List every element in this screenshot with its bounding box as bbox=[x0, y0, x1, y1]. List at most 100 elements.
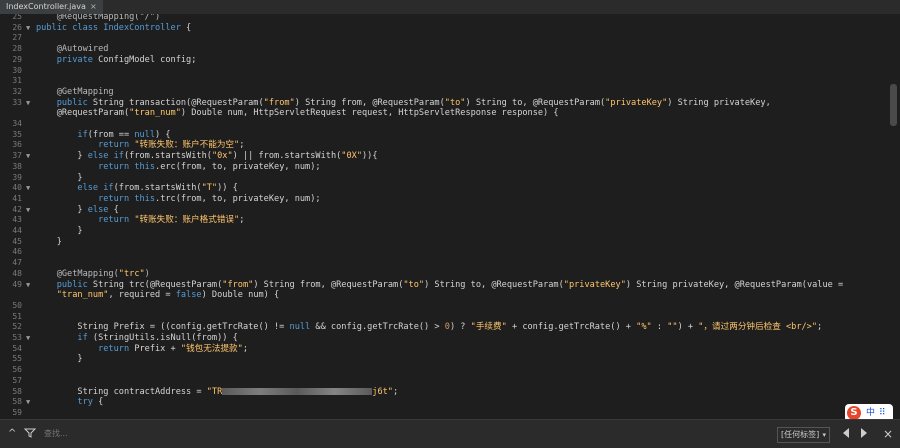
fold-toggle-icon[interactable]: ▼ bbox=[26, 333, 30, 344]
vertical-scrollbar[interactable] bbox=[890, 84, 897, 126]
code-token: ; bbox=[239, 215, 245, 226]
code-token: ) bbox=[144, 268, 150, 279]
code-line[interactable]: 29 private ConfigModel config; bbox=[0, 55, 900, 66]
code-line[interactable]: 58 String contractAddress = "TR j6t"; bbox=[0, 387, 900, 398]
code-token: ) String privateKey, bbox=[667, 97, 771, 108]
code-line[interactable]: 26 ▼ public class IndexController { bbox=[0, 23, 900, 34]
ime-grid-icon[interactable]: ⠿ bbox=[879, 404, 886, 419]
code-token: "trc" bbox=[118, 268, 145, 279]
code-line[interactable]: 52 String Prefix = ((config.getTrcRate()… bbox=[0, 322, 900, 333]
code-line[interactable]: @RequestParam("tran_num") Double num, Ht… bbox=[0, 108, 900, 119]
line-number: 50 bbox=[12, 300, 22, 310]
previous-icon[interactable] bbox=[842, 420, 850, 448]
code-line[interactable]: 25 @RequestMapping("/") bbox=[0, 14, 900, 23]
line-number: 36 bbox=[12, 140, 22, 150]
code-token: "tran_num" bbox=[129, 108, 181, 119]
code-line[interactable]: 59 bbox=[0, 408, 900, 419]
code-line[interactable]: 27 bbox=[0, 33, 900, 44]
filter-icon[interactable] bbox=[23, 420, 37, 448]
line-number: 26 bbox=[12, 22, 22, 32]
fold-toggle-icon[interactable]: ▼ bbox=[26, 23, 30, 34]
code-line[interactable]: 32 @GetMapping bbox=[0, 87, 900, 98]
code-token: ) String to, @RequestParam( bbox=[465, 97, 606, 108]
code-line[interactable]: 49 ▼ public String trc(@RequestParam("fro… bbox=[0, 280, 900, 291]
close-icon[interactable]: × bbox=[883, 420, 893, 448]
code-line[interactable]: 41 return this.trc(from, to, privateKey,… bbox=[0, 194, 900, 205]
code-token: , required = bbox=[108, 290, 176, 301]
code-text: @RequestMapping("/") bbox=[36, 14, 161, 23]
code-token: "to" bbox=[444, 97, 466, 108]
code-line[interactable]: 40 ▼ else if(from.startsWith("T")) { bbox=[0, 183, 900, 194]
code-token: return bbox=[36, 140, 135, 151]
code-line[interactable]: 51 bbox=[0, 312, 900, 323]
code-line[interactable]: 34 bbox=[0, 119, 900, 130]
code-line[interactable]: "tran_num", required = false) Double num… bbox=[0, 290, 900, 301]
code-line[interactable]: 50 bbox=[0, 301, 900, 312]
code-token: if bbox=[36, 333, 88, 343]
code-line[interactable]: 46 bbox=[0, 247, 900, 258]
code-line[interactable]: 33 ▼ public String transaction(@RequestPa… bbox=[0, 98, 900, 109]
code-token: ; bbox=[817, 322, 823, 333]
code-token: if bbox=[36, 129, 88, 140]
line-number: 27 bbox=[12, 33, 22, 43]
code-line[interactable]: 56 bbox=[0, 365, 900, 376]
code-line[interactable]: 42 ▼ } else { bbox=[0, 205, 900, 216]
code-token: ) ? bbox=[449, 322, 471, 333]
code-line[interactable]: 57 bbox=[0, 376, 900, 387]
ime-toolbar[interactable]: S 中 ⠿ bbox=[845, 404, 893, 419]
code-line[interactable]: 37 ▼ } else if(from.startsWith("0x") || f… bbox=[0, 151, 900, 162]
code-line[interactable]: 30 bbox=[0, 66, 900, 77]
fold-toggle-icon[interactable]: ▼ bbox=[26, 151, 30, 162]
code-token: return bbox=[36, 193, 135, 204]
chevron-down-icon: ▾ bbox=[822, 431, 826, 439]
code-line[interactable]: 31 bbox=[0, 76, 900, 87]
code-text: "tran_num", required = false) Double num… bbox=[36, 290, 280, 301]
code-line[interactable]: 43 return "转账失败：账户格式错误"; bbox=[0, 215, 900, 226]
fold-toggle-icon[interactable]: ▼ bbox=[26, 205, 30, 216]
code-line[interactable]: 48 @GetMapping("trc") bbox=[0, 269, 900, 280]
fold-toggle-icon[interactable]: ▼ bbox=[26, 397, 30, 408]
code-token: String contractAddress = bbox=[36, 386, 207, 397]
fold-toggle-icon[interactable]: ▼ bbox=[26, 98, 30, 109]
sogou-logo-icon: S bbox=[847, 406, 861, 419]
code-text: return this.erc(from, to, privateKey, nu… bbox=[36, 162, 321, 173]
tag-select[interactable]: [任何标签] ▾ bbox=[777, 427, 830, 443]
line-number: 42 bbox=[12, 204, 22, 214]
ime-language-toggle[interactable]: 中 bbox=[866, 404, 875, 419]
code-line[interactable]: 47 bbox=[0, 258, 900, 269]
line-number: 30 bbox=[12, 65, 22, 75]
code-text: public String trc(@RequestParam("from") … bbox=[36, 280, 844, 291]
code-text: String Prefix = ((config.getTrcRate() !=… bbox=[36, 322, 822, 333]
tab-index-controller[interactable]: IndexController.java × bbox=[0, 0, 103, 14]
code-line[interactable]: 45 } bbox=[0, 237, 900, 248]
code-line[interactable]: 58 ▼ try { bbox=[0, 397, 900, 408]
code-line[interactable]: 54 return Prefix + "钱包无法提款"; bbox=[0, 344, 900, 355]
code-line[interactable]: 44 } bbox=[0, 226, 900, 237]
search-input[interactable]: 查找... bbox=[44, 426, 644, 442]
code-token: String transaction(@RequestParam( bbox=[92, 97, 264, 108]
code-token: } bbox=[36, 172, 83, 183]
code-token: ) + bbox=[677, 322, 699, 333]
code-token: "%" bbox=[636, 322, 652, 333]
line-number: 49 bbox=[12, 279, 22, 289]
line-number: 25 bbox=[12, 14, 22, 21]
code-line[interactable]: 53 ▼ if (StringUtils.isNull(from)) { bbox=[0, 333, 900, 344]
line-number: 45 bbox=[12, 236, 22, 246]
next-icon[interactable] bbox=[860, 420, 868, 448]
code-text: return "转账失败：账户格式错误"; bbox=[36, 215, 244, 226]
line-number: 55 bbox=[12, 354, 22, 364]
fold-toggle-icon[interactable]: ▼ bbox=[26, 183, 30, 194]
line-number: 39 bbox=[12, 172, 22, 182]
code-editor[interactable]: 25 @RequestMapping("/") 26 ▼ public class I… bbox=[0, 14, 900, 419]
code-line[interactable]: 36 return "转账失败：账户不能为空"; bbox=[0, 140, 900, 151]
fold-toggle-icon[interactable]: ▼ bbox=[26, 280, 30, 291]
collapse-up-icon[interactable]: ^ bbox=[8, 420, 16, 448]
code-line[interactable]: 38 return this.erc(from, to, privateKey,… bbox=[0, 162, 900, 173]
code-line[interactable]: 28 @Autowired bbox=[0, 44, 900, 55]
code-line[interactable]: 35 if(from == null) { bbox=[0, 130, 900, 141]
code-line[interactable]: 39 } bbox=[0, 173, 900, 184]
code-line[interactable]: 55 } bbox=[0, 354, 900, 365]
code-text: @Autowired bbox=[36, 44, 109, 55]
code-token: else if bbox=[87, 151, 124, 162]
tab-close-icon[interactable]: × bbox=[90, 2, 97, 11]
